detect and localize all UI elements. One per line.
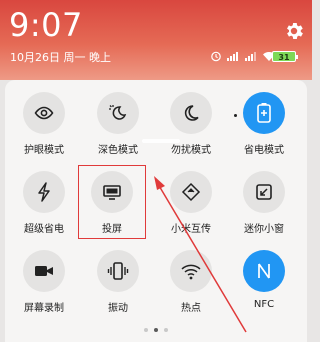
annotation-arrow — [154, 176, 247, 333]
page-dot-active — [154, 328, 158, 332]
page-dot — [144, 328, 148, 332]
page-indicator — [0, 328, 312, 332]
page-dot — [164, 328, 168, 332]
